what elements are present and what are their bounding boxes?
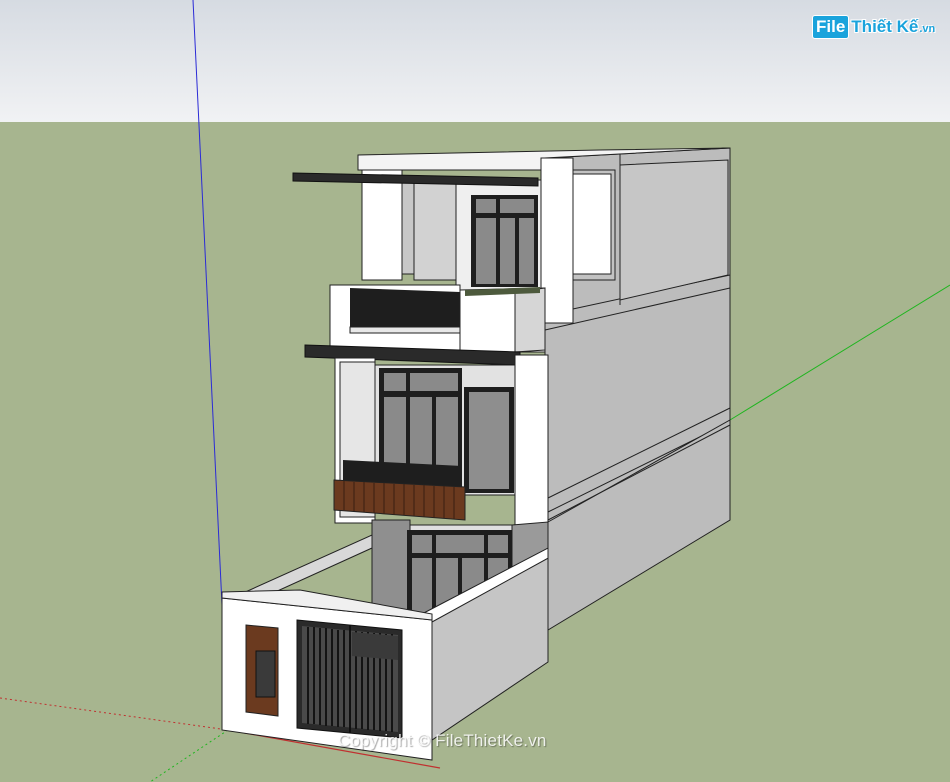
- second-floor-glass-3: [384, 397, 406, 470]
- logo-name-text: Thiết Kế: [851, 17, 919, 36]
- top-floor-opening-inner: [572, 173, 612, 275]
- top-balcony-railing[interactable]: [350, 288, 460, 330]
- top-floor-glass-4: [500, 218, 515, 284]
- mailbox-slot[interactable]: [255, 650, 276, 698]
- second-floor-glass-2: [410, 373, 458, 391]
- ground-floor-glass-3: [488, 535, 508, 553]
- second-floor-glass-1: [384, 373, 406, 391]
- second-floor-side-glass: [469, 392, 509, 489]
- gate-top-panel: [352, 632, 398, 660]
- second-floor-right-pillar[interactable]: [514, 354, 549, 526]
- top-floor-glass-2: [500, 199, 534, 213]
- top-floor-left-pillar-side: [401, 181, 415, 275]
- ground-floor-glass-4: [412, 558, 432, 616]
- top-floor-left-pillar[interactable]: [361, 169, 403, 281]
- logo-box-text: File: [812, 15, 850, 39]
- ground-floor-glass-1: [412, 535, 432, 553]
- sketchup-viewport[interactable]: File Thiết Kế .vn Copyright © FileThietK…: [0, 0, 950, 782]
- model-scene[interactable]: [0, 0, 950, 782]
- top-floor-glass-1: [476, 199, 496, 213]
- logo-tld-text: .vn: [919, 23, 936, 35]
- copyright-watermark: Copyright © FileThietKe.vn: [338, 731, 547, 750]
- top-floor-right-pillar[interactable]: [540, 157, 574, 324]
- second-floor-glass-5: [436, 397, 458, 470]
- side-wall-upper-panel: [619, 159, 729, 301]
- second-floor-glass-4: [410, 397, 432, 470]
- top-planter-box-side: [514, 287, 546, 353]
- top-floor-glass-5: [519, 218, 534, 284]
- top-floor-glass-3: [476, 218, 496, 284]
- top-balcony-rail-bar: [349, 326, 461, 334]
- brand-logo: File Thiết Kế .vn: [812, 14, 935, 40]
- sky: [0, 0, 950, 122]
- ground-floor-glass-2: [436, 535, 484, 553]
